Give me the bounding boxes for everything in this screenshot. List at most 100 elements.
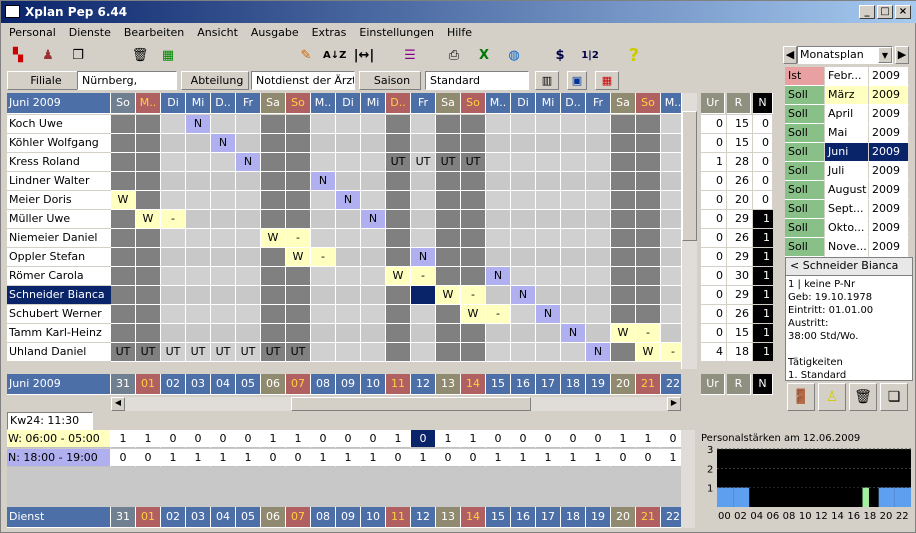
schedule-cell[interactable] <box>486 172 511 191</box>
schedule-cell[interactable] <box>611 286 636 305</box>
schedule-cell[interactable] <box>236 229 261 248</box>
schedule-cell[interactable] <box>586 229 611 248</box>
schedule-cell[interactable] <box>636 286 661 305</box>
employee-name[interactable]: Koch Uwe <box>7 115 111 134</box>
schedule-cell[interactable] <box>211 191 236 210</box>
schedule-cell[interactable] <box>611 134 636 153</box>
schedule-cell[interactable] <box>461 267 486 286</box>
date-header[interactable]: 22 <box>661 374 681 395</box>
menu-3[interactable]: Ansicht <box>189 24 243 39</box>
schedule-cell[interactable] <box>236 115 261 134</box>
schedule-cell[interactable] <box>311 134 336 153</box>
schedule-cell[interactable] <box>586 172 611 191</box>
date-header[interactable]: 21 <box>636 374 661 395</box>
date-header[interactable]: 05 <box>236 374 261 395</box>
schedule-cell[interactable] <box>361 153 386 172</box>
schedule-cell[interactable]: W <box>111 191 136 210</box>
column-width-icon[interactable]: |↔| <box>353 46 375 66</box>
group-icon[interactable]: ♟ <box>37 46 59 66</box>
shift-count[interactable]: 0 <box>286 449 311 467</box>
schedule-cell[interactable] <box>361 343 386 362</box>
date-header[interactable]: 08 <box>311 374 336 395</box>
schedule-cell[interactable] <box>211 229 236 248</box>
employee-row[interactable]: Schubert Werner W - N <box>7 305 681 324</box>
schedule-cell[interactable] <box>661 210 681 229</box>
schedule-cell[interactable] <box>161 172 186 191</box>
delete-icon[interactable]: 🗑 <box>849 383 877 411</box>
dienst-date[interactable]: 14 <box>461 507 486 528</box>
dienst-date[interactable]: 16 <box>511 507 536 528</box>
schedule-cell[interactable] <box>561 229 586 248</box>
schedule-cell[interactable] <box>586 286 611 305</box>
shift-count[interactable]: 0 <box>511 430 536 448</box>
schedule-cell[interactable] <box>336 115 361 134</box>
schedule-cell[interactable] <box>136 229 161 248</box>
schedule-cell[interactable] <box>161 229 186 248</box>
schedule-cell[interactable] <box>536 248 561 267</box>
schedule-cell[interactable]: - <box>461 286 486 305</box>
employee-row[interactable]: Lindner Walter N <box>7 172 681 191</box>
date-header[interactable]: 09 <box>336 374 361 395</box>
month-year[interactable]: 2009 <box>869 238 909 257</box>
schedule-cell[interactable] <box>636 305 661 324</box>
schedule-cell[interactable] <box>636 153 661 172</box>
date-header[interactable]: 03 <box>186 374 211 395</box>
schedule-cell[interactable] <box>186 267 211 286</box>
schedule-cell[interactable] <box>161 153 186 172</box>
schedule-cell[interactable] <box>636 191 661 210</box>
schedule-cell[interactable]: N <box>211 134 236 153</box>
weekday-header[interactable]: Di <box>336 93 361 114</box>
schedule-cell[interactable] <box>586 134 611 153</box>
schedule-cell[interactable]: - <box>161 210 186 229</box>
schedule-cell[interactable] <box>436 229 461 248</box>
month-name[interactable]: März <box>825 86 869 105</box>
shift-count[interactable]: 1 <box>436 430 461 448</box>
month-year[interactable]: 2009 <box>869 143 909 162</box>
menu-1[interactable]: Dienste <box>61 24 116 39</box>
schedule-cell[interactable] <box>611 229 636 248</box>
date-header[interactable]: 12 <box>411 374 436 395</box>
schedule-cell[interactable] <box>561 115 586 134</box>
schedule-cell[interactable] <box>386 115 411 134</box>
employee-name[interactable]: Lindner Walter <box>7 172 111 191</box>
schedule-cell[interactable] <box>286 115 311 134</box>
schedule-cell[interactable] <box>361 172 386 191</box>
schedule-cell[interactable]: N <box>361 210 386 229</box>
schedule-cell[interactable] <box>461 248 486 267</box>
schedule-cell[interactable] <box>261 248 286 267</box>
schedule-cell[interactable] <box>161 267 186 286</box>
schedule-cell[interactable] <box>311 210 336 229</box>
shift-count[interactable]: 0 <box>161 430 186 448</box>
schedule-cell[interactable] <box>636 115 661 134</box>
weekday-header[interactable]: D.. <box>211 93 236 114</box>
schedule-cell[interactable] <box>236 134 261 153</box>
schedule-cell[interactable] <box>536 324 561 343</box>
schedule-cell[interactable] <box>161 115 186 134</box>
schedule-cell[interactable] <box>111 172 136 191</box>
shift-count[interactable]: 1 <box>561 449 586 467</box>
schedule-cell[interactable] <box>111 248 136 267</box>
weekday-header[interactable]: M.. <box>486 93 511 114</box>
schedule-cell[interactable] <box>636 210 661 229</box>
shift-count[interactable]: 0 <box>311 430 336 448</box>
schedule-cell[interactable]: UT <box>386 153 411 172</box>
schedule-cell[interactable] <box>611 115 636 134</box>
schedule-cell[interactable] <box>486 343 511 362</box>
schedule-cell[interactable] <box>661 248 681 267</box>
schedule-cell[interactable] <box>411 134 436 153</box>
schedule-cell[interactable] <box>486 153 511 172</box>
month-name[interactable]: Nove... <box>825 238 869 257</box>
menu-5[interactable]: Extras <box>304 24 352 39</box>
person-icon[interactable]: ♙ <box>818 383 846 411</box>
minimize-button[interactable]: _ <box>859 5 875 19</box>
schedule-cell[interactable] <box>361 248 386 267</box>
shift-count[interactable]: 1 <box>361 449 386 467</box>
shift-count[interactable]: 0 <box>461 449 486 467</box>
schedule-cell[interactable] <box>136 286 161 305</box>
dienst-date[interactable]: 17 <box>536 507 561 528</box>
schedule-cell[interactable] <box>386 286 411 305</box>
dienst-date[interactable]: 31 <box>111 507 136 528</box>
schedule-cell[interactable] <box>486 286 511 305</box>
schedule-cell[interactable] <box>511 267 536 286</box>
schedule-cell[interactable] <box>411 305 436 324</box>
